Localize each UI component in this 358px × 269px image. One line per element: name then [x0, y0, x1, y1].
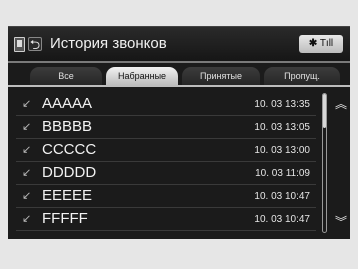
- signal-strength-icon: Tıll: [319, 38, 334, 49]
- contact-name: EEEEE: [42, 187, 93, 204]
- call-time: 10. 03 13:05: [254, 122, 310, 133]
- outgoing-call-icon: ↙: [22, 121, 32, 133]
- list-item[interactable]: ↙ CCCCC 10. 03 13:00: [8, 139, 328, 162]
- call-history-screen: ⮌ История звонков ✱ Tıll Все Набранные П…: [8, 26, 350, 239]
- outgoing-call-icon: ↙: [22, 190, 32, 202]
- scroll-up-icon[interactable]: ︽: [334, 97, 348, 111]
- header-bar: ⮌ История звонков ✱ Tıll: [8, 27, 350, 61]
- outgoing-call-icon: ↙: [22, 213, 32, 225]
- call-time: 10. 03 10:47: [254, 191, 310, 202]
- outgoing-call-icon: ↙: [22, 167, 32, 179]
- outgoing-call-icon: ↙: [22, 144, 32, 156]
- tab-all[interactable]: Все: [30, 67, 102, 85]
- row-divider: [16, 230, 316, 231]
- status-indicator: ✱ Tıll: [299, 35, 343, 53]
- tab-strip: [8, 85, 350, 87]
- tab-dialed[interactable]: Набранные: [106, 67, 178, 85]
- call-time: 10. 03 10:47: [254, 214, 310, 225]
- bluetooth-icon: ✱: [308, 38, 318, 49]
- phone-icon: [14, 37, 25, 52]
- scroll-down-icon[interactable]: ︾: [334, 215, 348, 229]
- tab-missed[interactable]: Пропущ.: [264, 67, 340, 85]
- contact-name: BBBBB: [42, 118, 93, 135]
- outgoing-call-icon: ↙: [22, 98, 32, 110]
- scroll-thumb[interactable]: [323, 94, 326, 128]
- list-item[interactable]: ↙ BBBBB 10. 03 13:05: [8, 116, 328, 139]
- back-icon[interactable]: ⮌: [28, 37, 42, 52]
- header-divider: [8, 61, 350, 63]
- tab-bar: Все Набранные Принятые Пропущ.: [30, 67, 346, 85]
- contact-name: CCCCC: [42, 141, 97, 158]
- scrollbar[interactable]: [322, 93, 327, 233]
- call-time: 10. 03 13:00: [254, 145, 310, 156]
- list-item[interactable]: ↙ FFFFF 10. 03 10:47: [8, 208, 328, 231]
- contact-name: FFFFF: [42, 210, 88, 227]
- list-item[interactable]: ↙ EEEEE 10. 03 10:47: [8, 185, 328, 208]
- contact-name: DDDDD: [42, 164, 97, 181]
- list-item[interactable]: ↙ AAAAA 10. 03 13:35: [8, 93, 328, 116]
- call-time: 10. 03 11:09: [255, 168, 310, 179]
- page-title: История звонков: [50, 35, 167, 52]
- contact-name: AAAAA: [42, 95, 93, 112]
- list-item[interactable]: ↙ DDDDD 10. 03 11:09: [8, 162, 328, 185]
- tab-received[interactable]: Принятые: [182, 67, 260, 85]
- call-time: 10. 03 13:35: [254, 99, 310, 110]
